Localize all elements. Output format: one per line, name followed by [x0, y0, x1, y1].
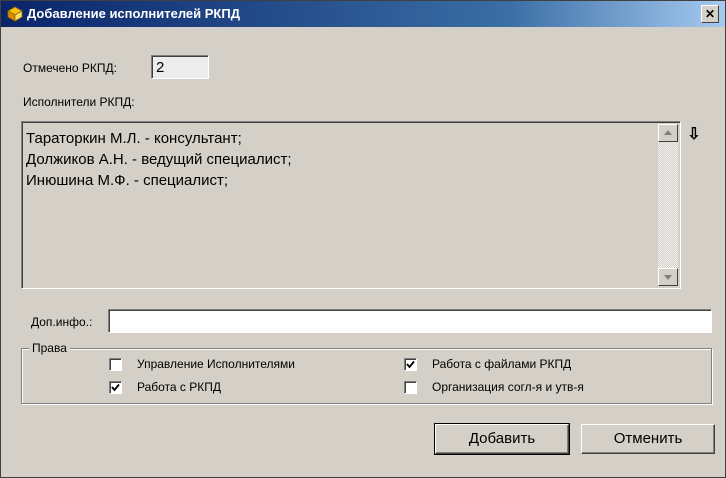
work-rkpd-checkbox[interactable] — [109, 381, 122, 394]
title-bar[interactable]: Добавление исполнителей РКПД ✕ — [1, 1, 725, 27]
sort-down-button[interactable]: ⇩ — [687, 125, 701, 147]
app-icon — [7, 6, 23, 22]
work-files-label: Работа с файлами РКПД — [432, 357, 572, 371]
manage-executors-label: Управление Исполнителями — [137, 357, 295, 371]
scroll-up-icon — [664, 130, 672, 135]
executors-label: Исполнители РКПД: — [23, 95, 135, 109]
close-button[interactable]: ✕ — [701, 5, 719, 23]
rights-group — [21, 348, 712, 404]
add-button[interactable]: Добавить — [434, 423, 570, 455]
executors-list[interactable]: Тараторкин М.Л. - консультант; Должиков … — [21, 121, 681, 289]
window-title: Добавление исполнителей РКПД — [27, 6, 240, 21]
close-icon: ✕ — [704, 7, 716, 21]
extra-info-label: Доп.инфо.: — [31, 315, 93, 329]
list-scrollbar[interactable] — [658, 124, 678, 286]
approval-org-label: Организация согл-я и утв-я — [432, 380, 584, 394]
checkmark-icon — [111, 383, 120, 392]
approval-org-checkbox[interactable] — [404, 381, 417, 394]
scroll-up-button[interactable] — [658, 124, 678, 142]
sort-down-icon: ⇩ — [687, 126, 701, 143]
work-rkpd-label: Работа с РКПД — [137, 380, 222, 394]
manage-executors-checkbox[interactable] — [109, 358, 122, 371]
dialog-window: Добавление исполнителей РКПД ✕ Отмечено … — [0, 0, 726, 478]
rights-legend: Права — [29, 341, 70, 355]
marked-label: Отмечено РКПД: — [23, 61, 117, 75]
scroll-down-icon — [664, 275, 672, 280]
cancel-button[interactable]: Отменить — [581, 424, 715, 454]
checkmark-icon — [406, 360, 415, 369]
extra-info-input[interactable] — [108, 309, 712, 333]
list-item[interactable]: Должиков А.Н. - ведущий специалист; — [26, 149, 292, 170]
scroll-down-button[interactable] — [658, 268, 678, 286]
marked-count-field: 2 — [151, 55, 209, 79]
list-item[interactable]: Тараторкин М.Л. - консультант; — [26, 128, 292, 149]
work-files-checkbox[interactable] — [404, 358, 417, 371]
list-item[interactable]: Инюшина М.Ф. - специалист; — [26, 170, 292, 191]
